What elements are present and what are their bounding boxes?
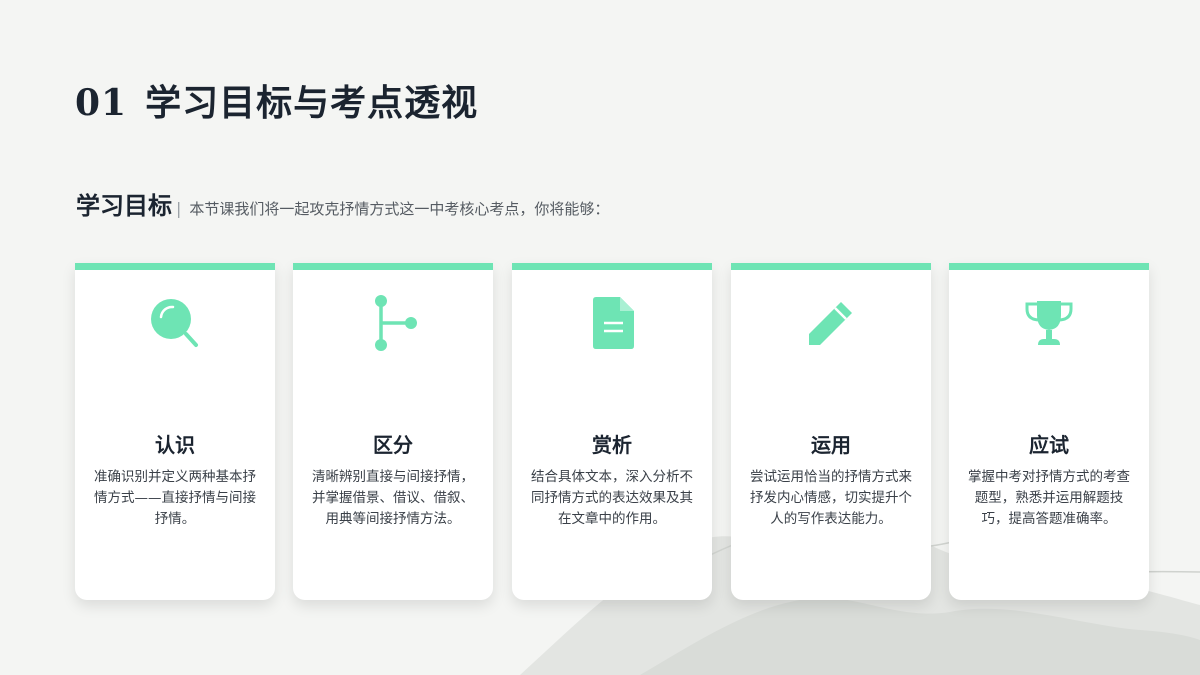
card-accent-bar <box>731 263 931 270</box>
pencil-icon <box>801 293 861 353</box>
card-title: 运用 <box>811 433 851 457</box>
document-icon <box>582 293 642 353</box>
card-title: 赏析 <box>592 433 632 457</box>
objectives-intro: 本节课我们将一起攻克抒情方式这一中考核心考点，你将能够： <box>189 200 610 218</box>
section-title: 学习目标与考点透视 <box>145 82 479 124</box>
objective-card-exam: 应试 掌握中考对抒情方式的考查题型，熟悉并运用解题技巧，提高答题准确率。 <box>949 263 1149 600</box>
card-title: 应试 <box>1029 433 1069 457</box>
objectives-label: 学习目标 <box>76 191 172 220</box>
card-title: 区分 <box>373 433 413 457</box>
objective-card-apply: 运用 尝试运用恰当的抒情方式来抒发内心情感，切实提升个人的写作表达能力。 <box>731 263 931 600</box>
objective-card-distinguish: 区分 清晰辨别直接与间接抒情，并掌握借景、借议、借叙、用典等间接抒情方法。 <box>293 263 493 600</box>
objectives-header: 学习目标 | 本节课我们将一起攻克抒情方式这一中考核心考点，你将能够： <box>76 186 609 221</box>
card-title: 认识 <box>155 433 195 457</box>
section-number: 01 <box>75 82 128 124</box>
card-accent-bar <box>293 263 493 270</box>
objective-card-appreciate: 赏析 结合具体文本，深入分析不同抒情方式的表达效果及其在文章中的作用。 <box>512 263 712 600</box>
trophy-icon <box>1019 293 1079 353</box>
card-accent-bar <box>949 263 1149 270</box>
card-accent-bar <box>512 263 712 270</box>
branch-icon <box>363 293 423 353</box>
card-description: 结合具体文本，深入分析不同抒情方式的表达效果及其在文章中的作用。 <box>531 469 693 527</box>
page-title: 01 学习目标与考点透视 <box>75 74 478 126</box>
card-description: 掌握中考对抒情方式的考查题型，熟悉并运用解题技巧，提高答题准确率。 <box>968 469 1130 527</box>
objectives-separator: | <box>176 199 182 218</box>
card-description: 尝试运用恰当的抒情方式来抒发内心情感，切实提升个人的写作表达能力。 <box>750 469 912 527</box>
card-description: 清晰辨别直接与间接抒情，并掌握借景、借议、借叙、用典等间接抒情方法。 <box>312 469 474 527</box>
card-description: 准确识别并定义两种基本抒情方式——直接抒情与间接抒情。 <box>94 469 256 527</box>
search-icon <box>145 293 205 353</box>
objective-card-recognize: 认识 准确识别并定义两种基本抒情方式——直接抒情与间接抒情。 <box>75 263 275 600</box>
card-accent-bar <box>75 263 275 270</box>
